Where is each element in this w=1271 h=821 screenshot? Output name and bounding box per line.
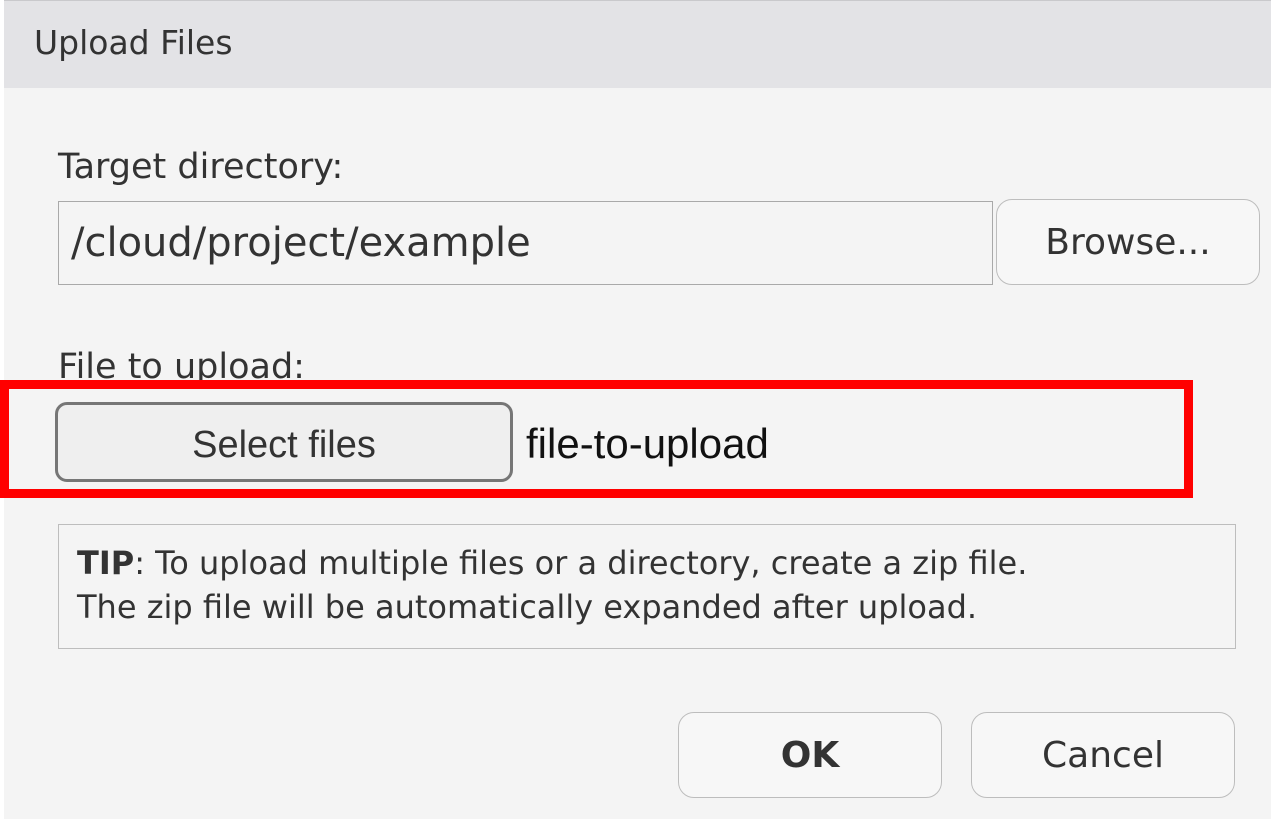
tip-box: TIP: To upload multiple files or a direc… [58,524,1236,649]
file-to-upload-label: File to upload: [58,347,305,387]
ok-button[interactable]: OK [678,712,942,798]
tip-line-2: The zip file will be automatically expan… [77,588,978,626]
select-files-button[interactable]: Select files [55,402,513,482]
dialog-titlebar: Upload Files [4,1,1271,88]
tip-prefix: TIP [77,544,135,582]
browse-button[interactable]: Browse... [996,199,1260,285]
tip-line-1-text: : To upload multiple files or a director… [134,544,1028,582]
dialog-title: Upload Files [34,23,233,62]
upload-files-dialog: Upload Files Target directory: Browse...… [4,0,1271,819]
selected-file-name: file-to-upload [526,420,769,467]
tip-line-1: TIP: To upload multiple files or a direc… [77,541,1235,585]
target-directory-input[interactable] [58,201,993,285]
cancel-button[interactable]: Cancel [971,712,1235,798]
target-directory-label: Target directory: [58,147,344,187]
